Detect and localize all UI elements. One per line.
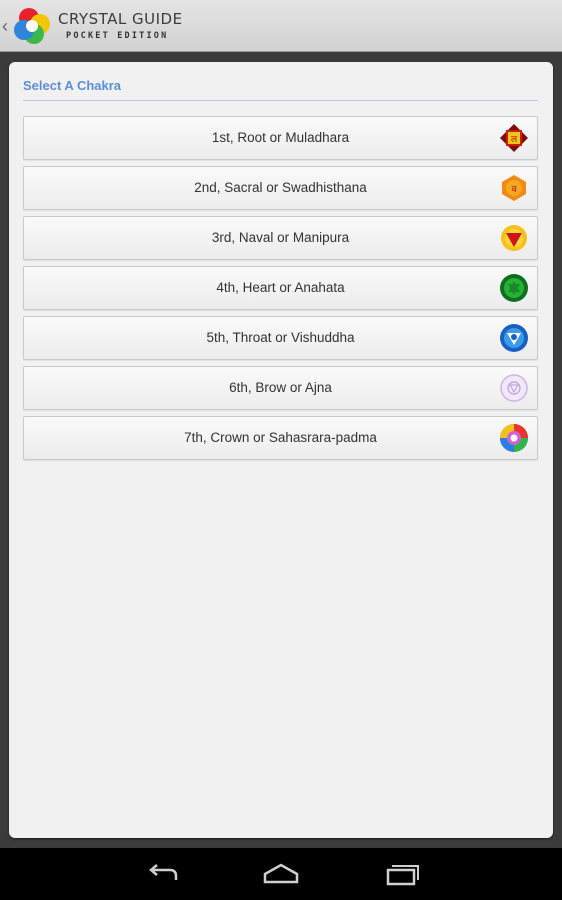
chakra-label: 2nd, Sacral or Swadhisthana [194,180,367,195]
manipura-chakra-icon [501,225,527,251]
heart-chakra-icon [500,274,528,302]
chakra-label: 1st, Root or Muladhara [211,130,350,145]
chakra-card: Select A Chakra 1st, Root or Muladhara ल… [9,62,553,838]
home-icon[interactable] [261,860,301,888]
chakra-row-heart[interactable]: 4th, Heart or Anahata [23,266,538,310]
up-navigation-icon[interactable]: ‹ [2,16,12,36]
throat-chakra-icon [500,324,528,352]
chakra-list: 1st, Root or Muladhara ल 2nd, Sacral or … [23,116,538,466]
chakra-row-brow[interactable]: 6th, Brow or Ajna [23,366,538,410]
app-logo-icon[interactable] [12,6,54,46]
chakra-row-crown[interactable]: 7th, Crown or Sahasrara-padma [23,416,538,460]
navigation-bar [0,848,562,900]
brow-chakra-icon [500,374,528,402]
app-subtitle: POCKET EDITION [66,31,169,41]
root-chakra-icon: ल [500,124,528,152]
sacral-chakra-icon: व [502,175,526,201]
chakra-label: 4th, Heart or Anahata [216,280,345,295]
chakra-row-naval[interactable]: 3rd, Naval or Manipura [23,216,538,260]
section-divider [23,100,538,101]
chakra-label: 5th, Throat or Vishuddha [206,330,355,345]
chakra-row-throat[interactable]: 5th, Throat or Vishuddha [23,316,538,360]
chakra-label: 6th, Brow or Ajna [229,380,332,395]
back-icon[interactable] [142,860,182,888]
chakra-row-root[interactable]: 1st, Root or Muladhara ल [23,116,538,160]
section-header: Select A Chakra [23,78,122,93]
chakra-row-sacral[interactable]: 2nd, Sacral or Swadhisthana व [23,166,538,210]
action-bar: ‹ CRYSTAL GUIDE POCKET EDITION [0,0,562,52]
recent-apps-icon[interactable] [382,860,422,888]
app-title: CRYSTAL GUIDE [58,10,183,28]
chakra-label: 7th, Crown or Sahasrara-padma [184,430,377,445]
svg-text:ल: ल [511,135,518,145]
chakra-label: 3rd, Naval or Manipura [211,230,350,245]
crown-chakra-icon [500,424,528,452]
